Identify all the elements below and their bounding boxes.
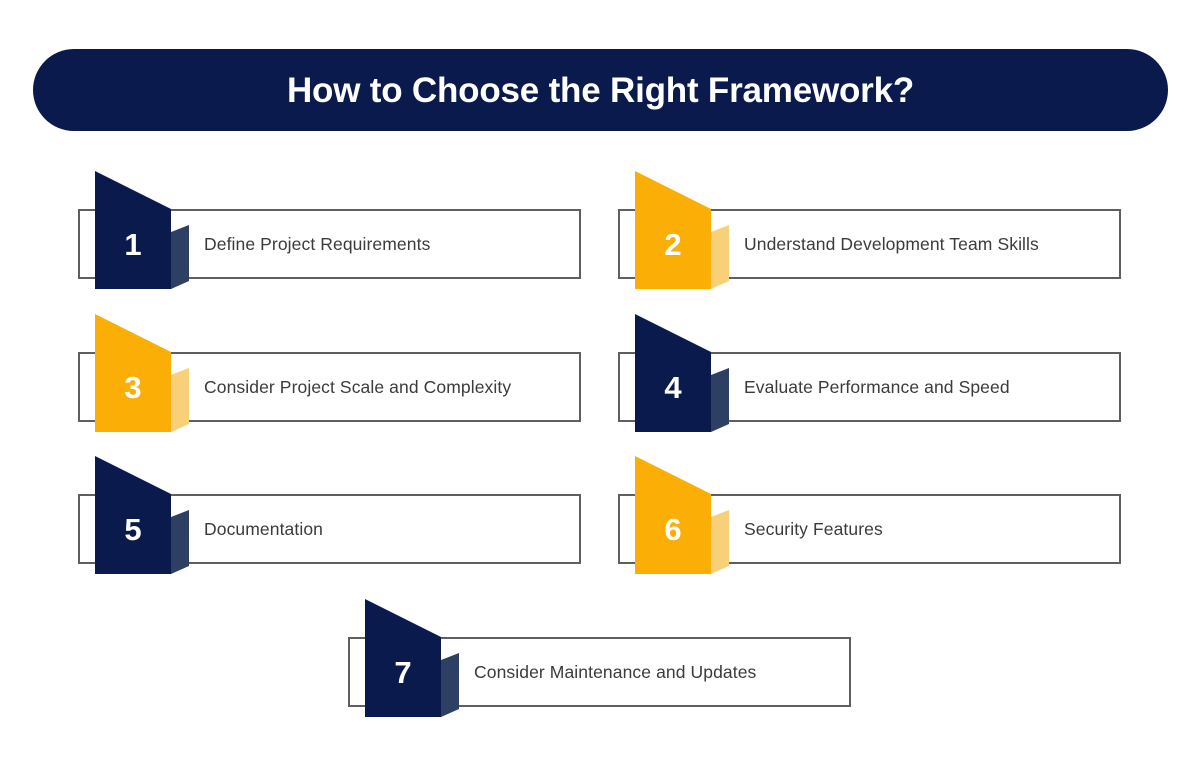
step-label: Evaluate Performance and Speed bbox=[744, 376, 1010, 397]
step-item[interactable]: 4 Evaluate Performance and Speed bbox=[618, 314, 1121, 442]
step-label: Define Project Requirements bbox=[204, 233, 431, 254]
step-item[interactable]: 6 Security Features bbox=[618, 456, 1121, 584]
step-label: Consider Project Scale and Complexity bbox=[204, 376, 512, 397]
step-item[interactable]: 2 Understand Development Team Skills bbox=[618, 171, 1121, 299]
step-label: Understand Development Team Skills bbox=[744, 233, 1039, 254]
step-number: 7 bbox=[394, 654, 412, 690]
step-label: Documentation bbox=[204, 518, 324, 539]
step-item[interactable]: 5 Documentation bbox=[78, 456, 581, 584]
step-number: 3 bbox=[124, 369, 142, 405]
step-number: 2 bbox=[664, 226, 682, 262]
step-number: 5 bbox=[124, 511, 142, 547]
step-label: Consider Maintenance and Updates bbox=[474, 661, 757, 682]
step-number: 6 bbox=[664, 511, 682, 547]
step-label: Security Features bbox=[744, 518, 883, 539]
step-number: 4 bbox=[664, 369, 682, 405]
step-item[interactable]: 1 Define Project Requirements bbox=[78, 171, 581, 299]
step-item[interactable]: 7 Consider Maintenance and Updates bbox=[348, 599, 851, 727]
page-title: How to Choose the Right Framework? bbox=[286, 70, 915, 110]
infographic-root: How to Choose the Right Framework? 1 Defi… bbox=[0, 0, 1200, 779]
step-item[interactable]: 3 Consider Project Scale and Complexity bbox=[78, 314, 581, 442]
title-banner: How to Choose the Right Framework? bbox=[33, 49, 1168, 131]
step-number: 1 bbox=[124, 226, 142, 262]
